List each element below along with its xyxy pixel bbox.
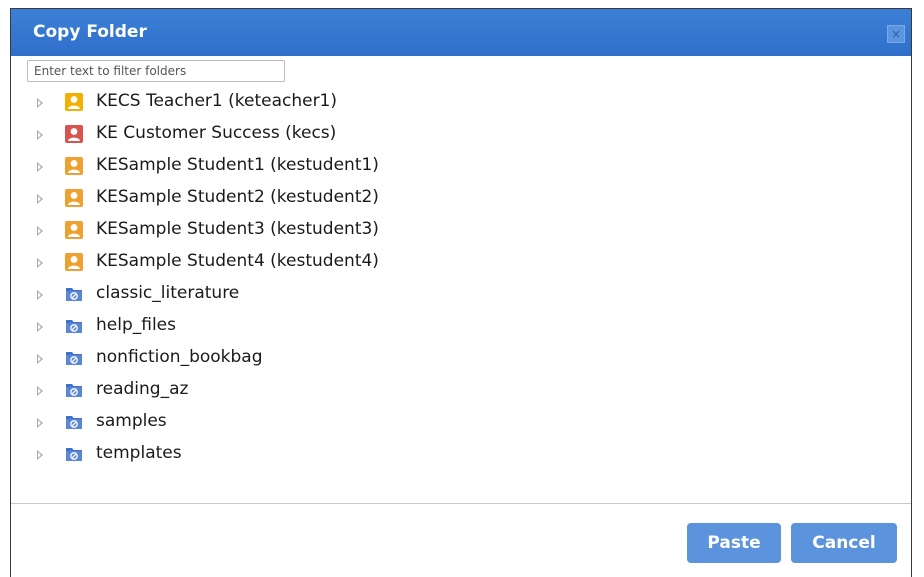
tree-item-label: help_files (96, 315, 176, 335)
expand-arrow-icon[interactable] (37, 354, 43, 364)
shared-folder-icon (65, 381, 83, 399)
tree-item-label: KESample Student4 (kestudent4) (96, 251, 379, 271)
close-button[interactable]: × (887, 25, 905, 43)
expand-arrow-icon[interactable] (37, 418, 43, 428)
expand-arrow-icon[interactable] (37, 290, 43, 300)
expand-arrow-icon[interactable] (37, 258, 43, 268)
expand-arrow-icon[interactable] (37, 450, 43, 460)
tree-item-label: samples (96, 411, 167, 431)
dialog-title: Copy Folder (33, 22, 147, 42)
tree-item[interactable]: KECS Teacher1 (keteacher1) (11, 87, 911, 119)
tree-item[interactable]: KESample Student4 (kestudent4) (11, 247, 911, 279)
tree-item-label: templates (96, 443, 182, 463)
tree-item-label: nonfiction_bookbag (96, 347, 263, 367)
shared-folder-icon (65, 285, 83, 303)
tree-item[interactable]: KE Customer Success (kecs) (11, 119, 911, 151)
user-icon (65, 189, 83, 207)
folder-filter-input[interactable] (27, 60, 285, 82)
tree-item-label: classic_literature (96, 283, 240, 303)
user-icon (65, 221, 83, 239)
tree-item[interactable]: nonfiction_bookbag (11, 343, 911, 375)
paste-button[interactable]: Paste (687, 523, 781, 563)
tree-item[interactable]: help_files (11, 311, 911, 343)
tree-item-label: KECS Teacher1 (keteacher1) (96, 91, 338, 111)
footer-divider (11, 503, 911, 504)
expand-arrow-icon[interactable] (37, 194, 43, 204)
tree-item[interactable]: templates (11, 439, 911, 471)
expand-arrow-icon[interactable] (37, 130, 43, 140)
user-icon (65, 157, 83, 175)
tree-item-label: reading_az (96, 379, 189, 399)
expand-arrow-icon[interactable] (37, 162, 43, 172)
shared-folder-icon (65, 445, 83, 463)
dialog-titlebar[interactable]: Copy Folder × (11, 9, 911, 56)
folder-tree: KECS Teacher1 (keteacher1) KE Customer Su… (11, 87, 911, 471)
tree-item[interactable]: KESample Student1 (kestudent1) (11, 151, 911, 183)
tree-item-label: KESample Student3 (kestudent3) (96, 219, 379, 239)
tree-item-label: KESample Student1 (kestudent1) (96, 155, 379, 175)
user-icon (65, 253, 83, 271)
tree-item[interactable]: samples (11, 407, 911, 439)
tree-item-label: KE Customer Success (kecs) (96, 123, 337, 143)
shared-folder-icon (65, 413, 83, 431)
user-icon (65, 125, 83, 143)
shared-folder-icon (65, 317, 83, 335)
tree-item[interactable]: KESample Student2 (kestudent2) (11, 183, 911, 215)
tree-item[interactable]: classic_literature (11, 279, 911, 311)
cancel-button[interactable]: Cancel (791, 523, 897, 563)
shared-folder-icon (65, 349, 83, 367)
tree-item[interactable]: KESample Student3 (kestudent3) (11, 215, 911, 247)
user-icon (65, 93, 83, 111)
close-icon: × (890, 27, 902, 41)
expand-arrow-icon[interactable] (37, 226, 43, 236)
tree-item[interactable]: reading_az (11, 375, 911, 407)
expand-arrow-icon[interactable] (37, 98, 43, 108)
copy-folder-dialog: Copy Folder × KECS Teacher1 (keteacher1)… (10, 8, 912, 577)
expand-arrow-icon[interactable] (37, 322, 43, 332)
expand-arrow-icon[interactable] (37, 386, 43, 396)
tree-item-label: KESample Student2 (kestudent2) (96, 187, 379, 207)
